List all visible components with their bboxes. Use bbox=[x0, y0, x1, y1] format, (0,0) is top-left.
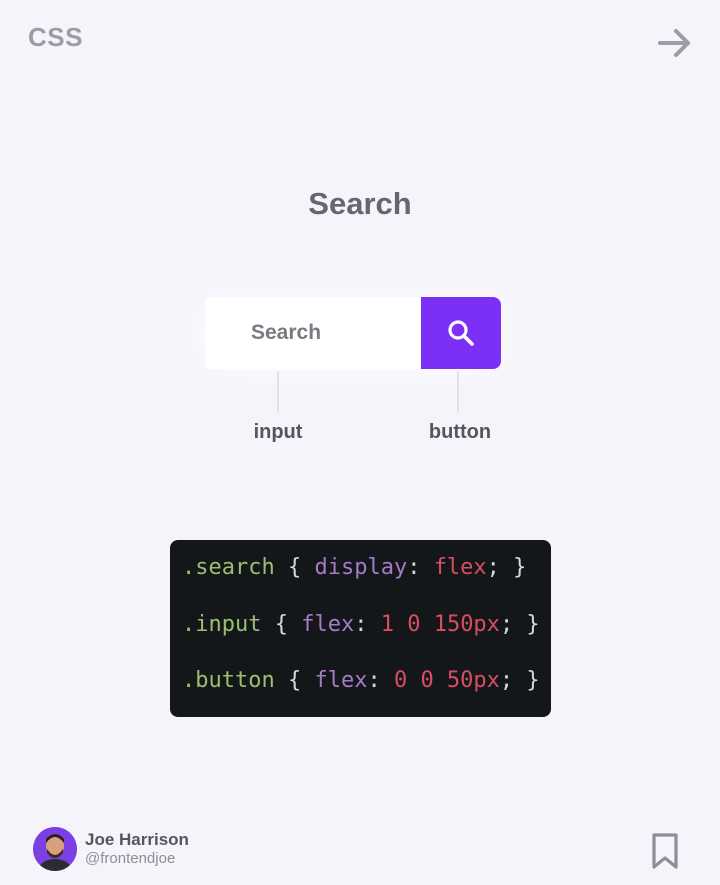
author[interactable]: Joe Harrison @frontendjoe bbox=[33, 827, 189, 871]
topic-tag: CSS bbox=[28, 22, 83, 52]
bookmark-icon[interactable] bbox=[650, 832, 680, 870]
search-input[interactable]: Search bbox=[205, 297, 421, 369]
code-token: .search bbox=[182, 555, 275, 580]
code-token: ; } bbox=[499, 668, 540, 693]
button-connector-line bbox=[457, 371, 459, 413]
code-token: : bbox=[354, 612, 381, 637]
code-token: { bbox=[261, 612, 302, 637]
code-line: .search { display: flex; } bbox=[182, 555, 526, 581]
code-line: .button { flex: 0 0 50px; } bbox=[182, 668, 540, 694]
author-name: Joe Harrison bbox=[85, 830, 189, 849]
code-token: ; } bbox=[499, 612, 540, 637]
input-connector-line bbox=[277, 371, 279, 413]
code-line: .input { flex: 1 0 150px; } bbox=[182, 612, 540, 638]
code-token: : bbox=[407, 555, 434, 580]
search-demo: Search bbox=[205, 297, 501, 369]
code-token: flex bbox=[314, 668, 368, 693]
button-annotation: button bbox=[428, 421, 492, 443]
code-token: { bbox=[274, 555, 315, 580]
code-block: .search { display: flex; } .input { flex… bbox=[170, 540, 551, 717]
search-icon bbox=[448, 320, 474, 346]
code-token: .button bbox=[182, 668, 275, 693]
page-title: Search bbox=[308, 186, 412, 221]
code-token: { bbox=[274, 668, 315, 693]
code-token: flex bbox=[433, 555, 487, 580]
code-token: 1 0 150px bbox=[380, 612, 500, 637]
code-token: : bbox=[367, 668, 394, 693]
search-button[interactable] bbox=[421, 297, 501, 369]
code-token: ; } bbox=[486, 555, 527, 580]
input-annotation: input bbox=[253, 421, 303, 443]
avatar bbox=[33, 827, 77, 871]
code-token: flex bbox=[301, 612, 355, 637]
search-input-placeholder: Search bbox=[251, 321, 322, 344]
author-handle: @frontendjoe bbox=[85, 850, 176, 867]
code-token: .input bbox=[182, 612, 262, 637]
code-token: display bbox=[314, 555, 408, 580]
arrow-right-icon[interactable] bbox=[656, 24, 694, 62]
code-token: 0 0 50px bbox=[393, 668, 500, 693]
